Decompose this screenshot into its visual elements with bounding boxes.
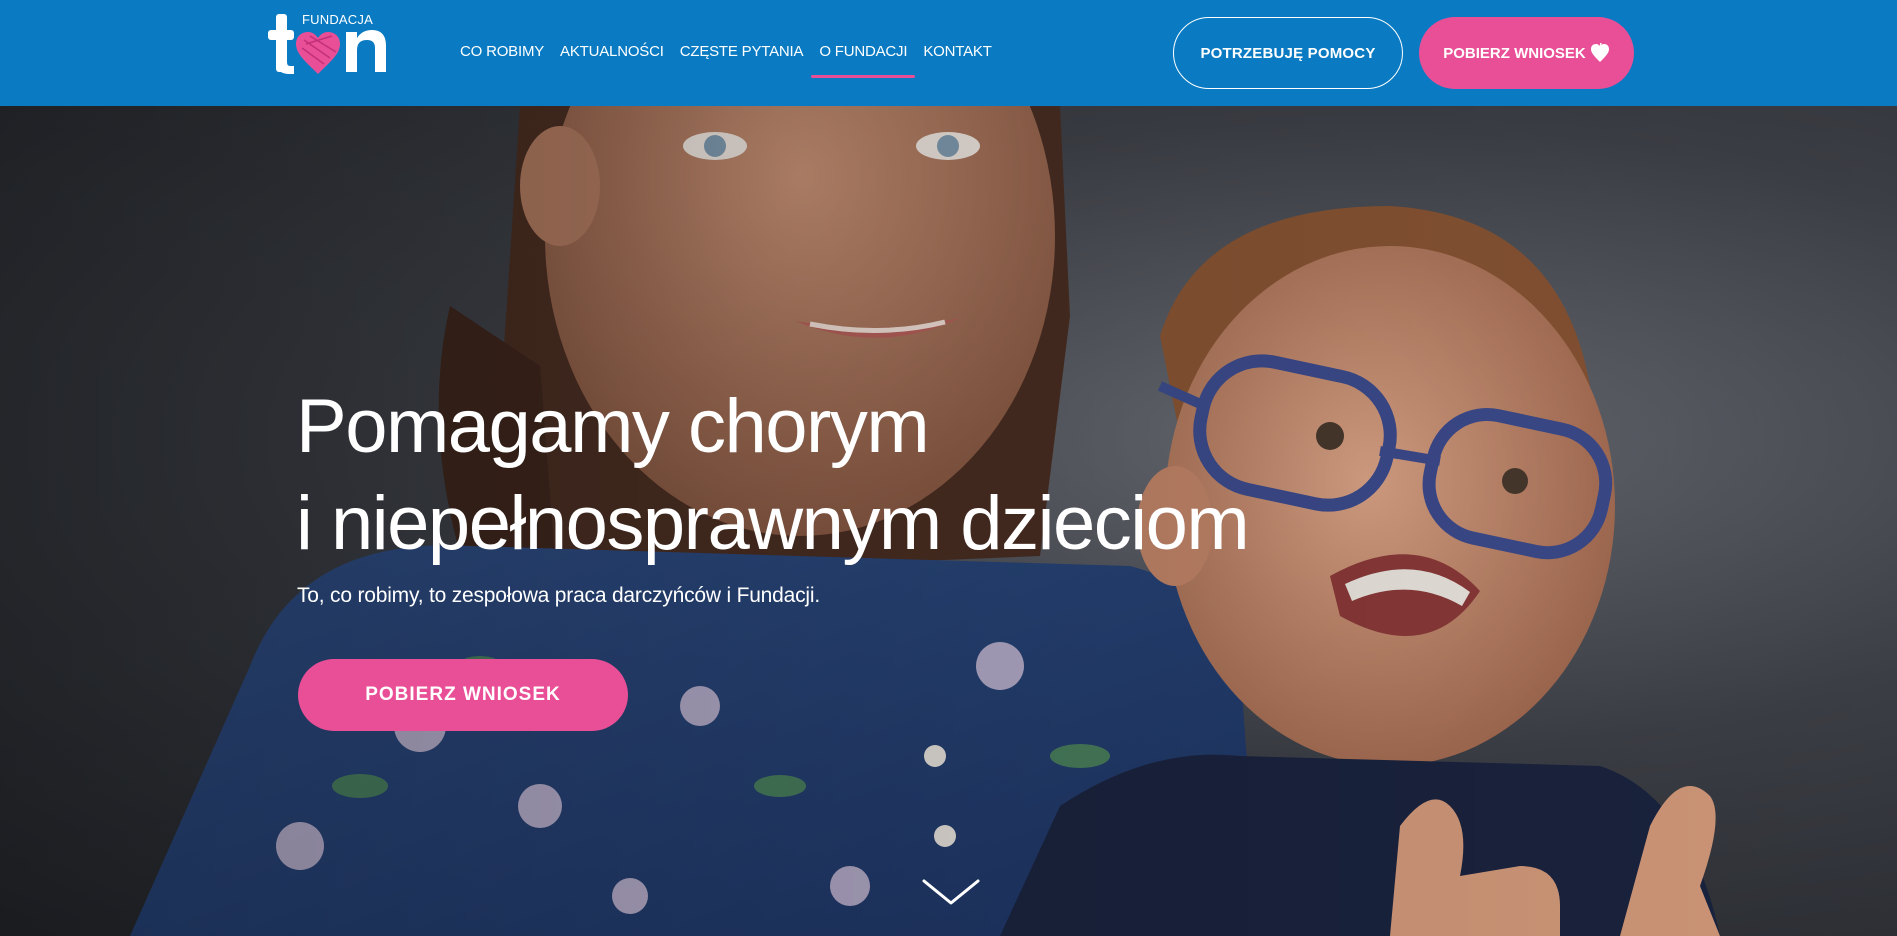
site-header: FUNDACJA CO ROBIMY AKTUALNOŚCI CZĘSTE PY…: [0, 0, 1897, 106]
download-application-label: POBIERZ WNIOSEK: [1443, 44, 1586, 62]
hero-download-label: POBIERZ WNIOSEK: [365, 684, 561, 705]
hero-download-button[interactable]: POBIERZ WNIOSEK: [298, 659, 628, 731]
hero-section: Pomagamy chorym i niepełnosprawnym dziec…: [0, 106, 1897, 936]
chevron-down-icon[interactable]: [922, 877, 980, 907]
download-application-button[interactable]: POBIERZ WNIOSEK: [1419, 17, 1634, 89]
heart-icon: [1590, 42, 1609, 62]
main-nav: CO ROBIMY AKTUALNOŚCI CZĘSTE PYTANIA O F…: [460, 42, 1000, 78]
nav-item-kontakt[interactable]: KONTAKT: [915, 42, 999, 64]
nav-item-czeste-pytania[interactable]: CZĘSTE PYTANIA: [672, 42, 812, 64]
foundation-logo[interactable]: FUNDACJA: [266, 8, 408, 80]
hero-title: Pomagamy chorym i niepełnosprawnym dziec…: [296, 378, 1396, 572]
hero-subtitle: To, co robimy, to zespołowa praca darczy…: [297, 584, 820, 607]
nav-item-co-robimy[interactable]: CO ROBIMY: [460, 42, 552, 64]
need-help-label: POTRZEBUJĘ POMOCY: [1200, 44, 1376, 62]
hero-title-line2: i niepełnosprawnym dzieciom: [296, 481, 1250, 566]
need-help-button[interactable]: POTRZEBUJĘ POMOCY: [1173, 17, 1403, 89]
nav-item-aktualnosci[interactable]: AKTUALNOŚCI: [552, 42, 672, 64]
logo-small-text: FUNDACJA: [302, 12, 373, 27]
nav-item-o-fundacji[interactable]: O FUNDACJI: [811, 42, 916, 78]
hero-title-line1: Pomagamy chorym: [296, 384, 930, 469]
